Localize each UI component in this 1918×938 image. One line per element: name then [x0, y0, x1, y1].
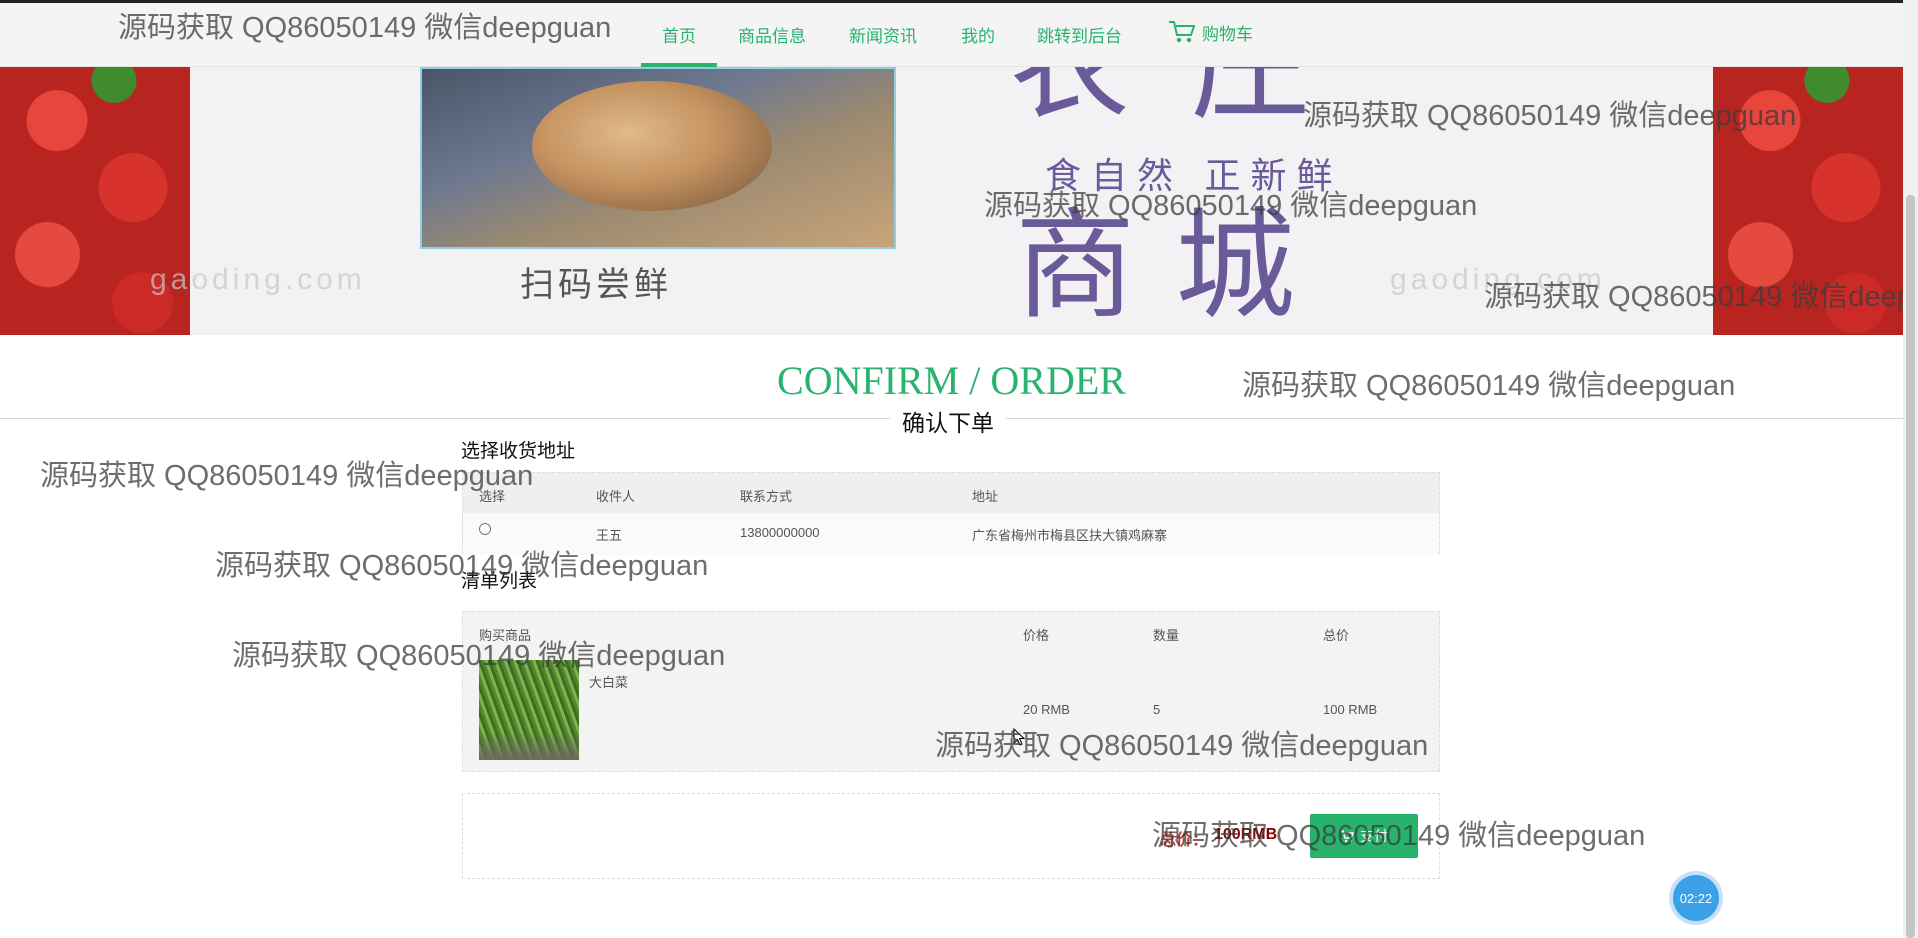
cabbage-image[interactable]	[479, 660, 579, 760]
address-radio[interactable]	[479, 523, 491, 535]
product-price: 20 RMB	[1023, 702, 1070, 717]
col-select: 选择	[479, 489, 506, 504]
col-quantity: 数量	[1153, 628, 1180, 643]
col-address: 地址	[972, 489, 999, 504]
product-name[interactable]: 大白菜	[589, 672, 628, 691]
scrollbar-thumb[interactable]	[1906, 195, 1915, 938]
nav-products[interactable]: 商品信息	[738, 22, 806, 47]
banner-top-chars: 农庄	[1010, 67, 1370, 137]
order-list-table: 购买商品 价格 数量 总价 大白菜 20 RMB 5 100 RMB	[462, 611, 1440, 772]
nav-mine[interactable]: 我的	[961, 22, 995, 47]
banner-slogan: 食自然 正新鲜	[1045, 156, 1343, 197]
banner-watermark-left: gaoding.com	[150, 263, 366, 296]
mouse-cursor-icon	[1013, 728, 1025, 746]
address-table-header: 选择 收件人 联系方式 地址	[463, 473, 1439, 513]
recipient-phone: 13800000000	[740, 525, 820, 540]
table-row[interactable]: 王五 13800000000 广东省梅州市梅县区扶大镇鸡麻寨	[463, 513, 1439, 555]
col-price: 价格	[1023, 628, 1050, 643]
total-value: 100RMB	[1214, 826, 1278, 843]
nav-cart[interactable]: 购物车	[1168, 19, 1253, 45]
nav-news[interactable]: 新闻资讯	[849, 22, 917, 47]
nav-admin[interactable]: 跳转到后台	[1037, 22, 1122, 47]
recipient-name: 王五	[596, 528, 623, 543]
banner-title: 商城	[1015, 197, 1335, 335]
strawberry-image-right	[1713, 67, 1903, 335]
top-navbar	[0, 0, 1918, 67]
product-total: 100 RMB	[1323, 702, 1378, 717]
col-phone: 联系方式	[740, 489, 793, 504]
watermark-text: 源码获取 QQ86050149 微信deepguan	[40, 460, 534, 492]
banner-image: 农庄 扫码尝鲜 食自然 正新鲜 商城 gaoding.com gaoding.c…	[0, 67, 1903, 335]
col-product: 购买商品	[479, 628, 532, 643]
address-section-label: 选择收货地址	[461, 441, 576, 462]
address-table: 选择 收件人 联系方式 地址 王五 13800000000 广东省梅州市梅县区扶…	[462, 472, 1440, 555]
order-list-section-label: 清单列表	[461, 571, 538, 592]
total-label: 总价：	[1160, 832, 1209, 849]
cart-icon	[1169, 21, 1196, 43]
pay-label: 支付	[1360, 828, 1388, 844]
qr-caption: 扫码尝鲜	[520, 265, 672, 305]
order-summary	[462, 793, 1440, 879]
timer-bubble[interactable]: 02:22	[1673, 875, 1719, 921]
cart-label: 购物车	[1202, 24, 1253, 44]
col-recipient: 收件人	[596, 489, 636, 504]
product-quantity: 5	[1153, 702, 1161, 717]
col-total: 总价	[1323, 628, 1350, 643]
dog-photo	[532, 81, 772, 211]
nav-home[interactable]: 首页	[662, 22, 696, 47]
pay-button[interactable]: 支付	[1310, 814, 1418, 858]
banner-watermark-right: gaoding.com	[1390, 263, 1606, 296]
page-subtitle: 确认下单	[890, 404, 1006, 438]
recipient-address: 广东省梅州市梅县区扶大镇鸡麻寨	[972, 528, 1168, 543]
page-title: CONFIRM / ORDER	[777, 358, 1126, 403]
cart-icon	[1341, 830, 1354, 843]
qr-photo	[420, 67, 896, 249]
